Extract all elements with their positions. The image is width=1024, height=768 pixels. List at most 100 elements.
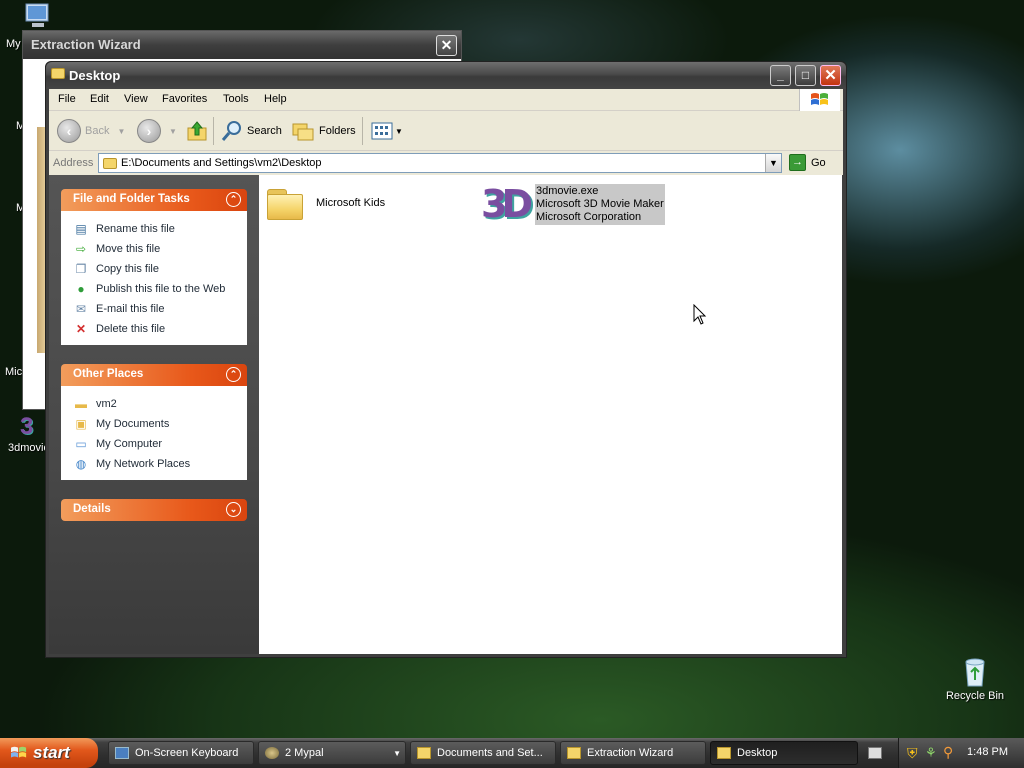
menu-favorites[interactable]: Favorites	[162, 93, 207, 105]
recycle-bin-icon	[965, 658, 985, 687]
task-label: Move this file	[96, 243, 161, 255]
folders-button[interactable]: Folders	[291, 118, 356, 144]
file-name: Microsoft Kids	[316, 197, 386, 209]
forward-dropdown-icon[interactable]: ▼	[169, 127, 177, 136]
file-company: Microsoft Corporation	[536, 210, 642, 223]
desktop-icon-label: 3dmovie	[8, 442, 50, 454]
address-bar: Address E:\Documents and Settings\vm2\De…	[49, 151, 843, 175]
menu-help[interactable]: Help	[264, 93, 287, 105]
task-rename[interactable]: ▤ Rename this file	[73, 219, 247, 239]
desktop-icon-recycle-bin[interactable]: Recycle Bin	[942, 656, 1008, 702]
menu-edit[interactable]: Edit	[90, 93, 109, 105]
go-button[interactable]: → Go	[789, 154, 826, 171]
my-documents-icon: ▣	[75, 417, 87, 431]
task-email[interactable]: ✉ E-mail this file	[73, 299, 247, 319]
folder-icon	[51, 68, 65, 79]
desktop-icon-label: Recycle Bin	[945, 690, 1005, 702]
file-item-3dmovie[interactable]: 3D 3dmovie.exe Microsoft 3D Movie Maker …	[481, 180, 665, 228]
forward-button[interactable]: › ▼	[137, 118, 177, 144]
search-icon	[221, 121, 241, 141]
windows-logo-icon	[799, 89, 840, 111]
security-shield-icon[interactable]: ⛨	[907, 745, 918, 762]
go-label: Go	[811, 156, 826, 169]
start-label: start	[33, 743, 70, 762]
mouse-cursor-icon	[693, 304, 707, 325]
place-my-computer[interactable]: ▭ My Computer	[73, 434, 247, 454]
wizard-title: Extraction Wizard	[31, 37, 141, 52]
panel-title: Other Places	[73, 368, 144, 380]
taskbar-item-extraction-wizard[interactable]: Extraction Wizard	[560, 741, 706, 765]
folder-icon: ▬	[75, 397, 87, 411]
details-header[interactable]: Details ⌄	[61, 499, 247, 521]
folder-icon	[417, 747, 431, 759]
task-move[interactable]: ⇨ Move this file	[73, 239, 247, 259]
up-folder-button[interactable]	[186, 118, 208, 144]
window-title: Desktop	[69, 68, 121, 83]
email-icon: ✉	[75, 302, 87, 316]
place-my-network-places[interactable]: ◍ My Network Places	[73, 454, 247, 474]
task-label: Desktop	[737, 747, 778, 759]
taskbar-item-desktop[interactable]: Desktop	[710, 741, 858, 765]
my-computer-icon: ▭	[75, 437, 87, 451]
back-dropdown-icon[interactable]: ▼	[117, 127, 125, 136]
file-name: 3dmovie.exe	[536, 184, 599, 197]
wizard-close-button[interactable]: ✕	[436, 35, 457, 56]
address-label: Address	[53, 157, 94, 169]
clock[interactable]: 1:48 PM	[967, 746, 1008, 758]
taskbar-item-mypal[interactable]: 2 Mypal ▼	[258, 741, 406, 765]
explorer-titlebar[interactable]: Desktop _ □ ✕	[46, 62, 846, 89]
keyboard-layout-icon[interactable]	[868, 747, 882, 759]
taskbar-item-documents-and-settings[interactable]: Documents and Set...	[410, 741, 556, 765]
place-my-documents[interactable]: ▣ My Documents	[73, 414, 247, 434]
file-list-view[interactable]: Microsoft Kids 3D 3dmovie.exe Microsoft …	[259, 175, 842, 654]
start-button[interactable]: start	[0, 738, 98, 768]
folder-icon	[567, 747, 581, 759]
task-publish[interactable]: ● Publish this file to the Web	[73, 279, 247, 299]
back-label: Back	[85, 125, 110, 137]
task-label: On-Screen Keyboard	[135, 747, 239, 759]
menu-bar: File Edit View Favorites Tools Help	[49, 89, 843, 111]
browser-icon	[265, 747, 279, 759]
minimize-button[interactable]: _	[770, 65, 791, 86]
search-button[interactable]: Search	[221, 118, 282, 144]
taskbar-item-on-screen-keyboard[interactable]: On-Screen Keyboard	[108, 741, 254, 765]
network-icon[interactable]: ⚘	[925, 745, 937, 761]
file-folder-tasks-header[interactable]: File and Folder Tasks ⌃	[61, 189, 247, 211]
toolbar-separator	[362, 117, 363, 145]
menu-tools[interactable]: Tools	[223, 93, 249, 105]
search-tray-icon[interactable]: ⚲	[943, 744, 953, 761]
expand-chevron-icon[interactable]: ⌄	[226, 502, 241, 517]
3d-movie-maker-icon: 3D	[481, 182, 533, 226]
place-vm2[interactable]: ▬ vm2	[73, 394, 247, 414]
address-input[interactable]: E:\Documents and Settings\vm2\Desktop ▼	[98, 153, 782, 173]
file-item-microsoft-kids[interactable]: Microsoft Kids	[267, 187, 386, 220]
wizard-titlebar[interactable]: Extraction Wizard ✕	[23, 31, 461, 59]
other-places-header[interactable]: Other Places ⌃	[61, 364, 247, 386]
delete-icon: ✕	[75, 322, 87, 336]
close-button[interactable]: ✕	[820, 65, 841, 86]
desktop-icon-3dmovie[interactable]: 3 3dmovie	[6, 412, 50, 454]
task-label: Extraction Wizard	[587, 747, 674, 759]
views-button[interactable]: ▼	[371, 118, 403, 144]
menu-file[interactable]: File	[58, 93, 76, 105]
folders-icon	[292, 123, 314, 141]
views-icon	[371, 122, 393, 140]
standard-toolbar: ‹ Back ▼ › ▼ Search Folders ▼	[49, 111, 843, 151]
desktop-icon-label: My	[6, 38, 21, 50]
task-label: Documents and Set...	[437, 747, 543, 759]
collapse-chevron-icon[interactable]: ⌃	[226, 192, 241, 207]
menu-view[interactable]: View	[124, 93, 148, 105]
toolbar-separator	[213, 117, 214, 145]
collapse-chevron-icon[interactable]: ⌃	[226, 367, 241, 382]
file-description: Microsoft 3D Movie Maker	[536, 197, 664, 210]
task-copy[interactable]: ❐ Copy this file	[73, 259, 247, 279]
folder-icon	[717, 747, 731, 759]
file-folder-tasks-panel: File and Folder Tasks ⌃ ▤ Rename this fi…	[61, 189, 247, 345]
views-dropdown-icon: ▼	[395, 126, 403, 136]
address-dropdown-button[interactable]: ▼	[765, 154, 781, 172]
other-places-body: ▬ vm2 ▣ My Documents ▭ My Computer ◍ My …	[61, 386, 247, 480]
explorer-window[interactable]: Desktop _ □ ✕ File Edit View Favorites T…	[45, 61, 847, 658]
task-delete[interactable]: ✕ Delete this file	[73, 319, 247, 339]
back-button[interactable]: ‹ Back ▼	[57, 118, 125, 144]
maximize-button[interactable]: □	[795, 65, 816, 86]
